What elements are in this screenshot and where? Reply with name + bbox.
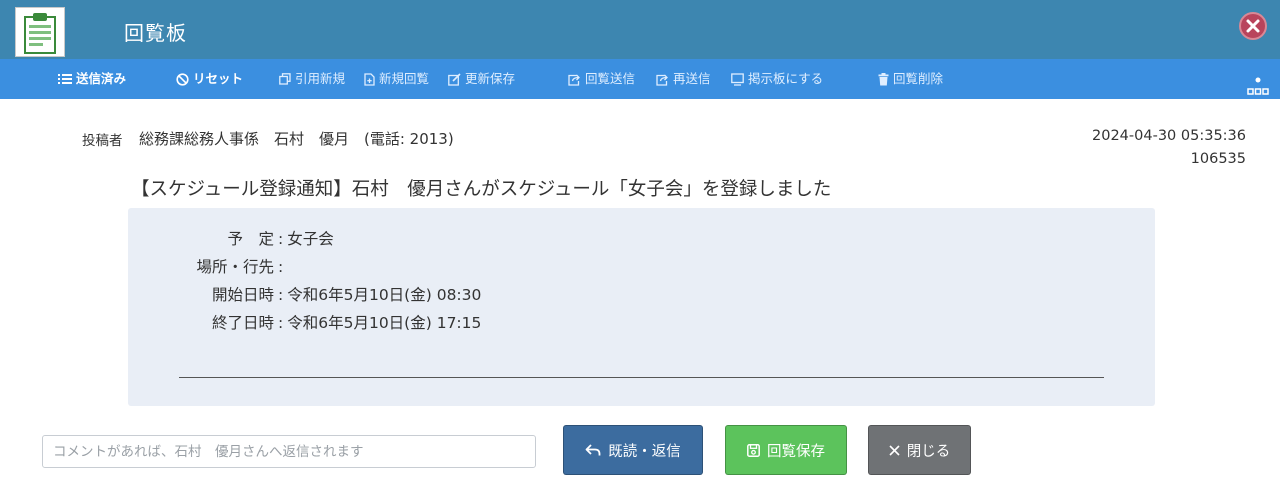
trash-icon — [878, 72, 889, 85]
divider — [179, 377, 1104, 378]
close-label: 閉じる — [906, 443, 951, 460]
toolbar-circular-send[interactable]: 回覧送信 — [568, 59, 635, 99]
sitemap-icon[interactable] — [1246, 76, 1270, 98]
toolbar-delete[interactable]: 回覧削除 — [878, 59, 943, 99]
toolbar-circular-send-label: 回覧送信 — [585, 71, 636, 86]
ban-icon — [176, 72, 189, 86]
author-info: 総務課総務人事係 石村 優月 (電話: 2013) — [139, 130, 454, 148]
body-value: 令和6年5月10日(金) 17:15 — [287, 314, 482, 332]
toolbar-sent-label: 送信済み — [76, 71, 127, 86]
window-close-button[interactable] — [1239, 12, 1267, 40]
body-label: 場所・行先 — [196, 258, 274, 276]
reply-icon — [585, 444, 601, 456]
message-body: 予 定: 女子会 場所・行先: 開始日時: 令和6年5月10日(金) 08:30 終… — [128, 208, 1155, 406]
toolbar-resend-label: 再送信 — [673, 71, 711, 86]
toolbar-reset[interactable]: リセット — [176, 59, 243, 99]
toolbar-new-circular[interactable]: 新規回覧 — [364, 59, 429, 99]
body-value: 令和6年5月10日(金) 08:30 — [287, 286, 482, 304]
toolbar-new-circular-label: 新規回覧 — [379, 71, 430, 86]
body-label: 予 定 — [227, 230, 274, 248]
body-label: 終了日時 — [211, 314, 274, 332]
message-subject: 【スケジュール登録通知】石村 優月さんがスケジュール「女子会」を登録しました — [131, 179, 832, 200]
clipboard-icon — [15, 7, 65, 57]
body-value: 女子会 — [287, 230, 334, 248]
list-icon — [58, 74, 72, 84]
board-icon — [731, 72, 744, 86]
circular-save-label: 回覧保存 — [767, 443, 825, 460]
toolbar-resend[interactable]: 再送信 — [656, 59, 711, 99]
close-button[interactable]: 閉じる — [868, 425, 971, 475]
title-bar: 回覧板 — [0, 0, 1280, 59]
new-doc-icon — [364, 72, 375, 86]
share-icon — [568, 74, 580, 86]
toolbar-delete-label: 回覧削除 — [893, 71, 944, 86]
edit-icon — [448, 72, 461, 86]
circular-save-button[interactable]: 回覧保存 — [725, 425, 847, 475]
toolbar-reset-label: リセット — [193, 71, 244, 86]
toolbar-make-board[interactable]: 掲示板にする — [731, 59, 823, 99]
body-row-start: 開始日時: 令和6年5月10日(金) 08:30 — [174, 283, 481, 305]
toolbar-quote-new[interactable]: 引用新規 — [279, 59, 345, 99]
toolbar-sent[interactable]: 送信済み — [58, 59, 126, 99]
toolbar-update-save[interactable]: 更新保存 — [448, 59, 515, 99]
toolbar-make-board-label: 掲示板にする — [748, 71, 824, 86]
toolbar-quote-new-label: 引用新規 — [295, 71, 346, 86]
toolbar-update-save-label: 更新保存 — [465, 71, 516, 86]
copy-icon — [279, 73, 291, 85]
read-reply-button[interactable]: 既読・返信 — [563, 425, 703, 475]
app-title: 回覧板 — [124, 21, 187, 45]
toolbar: 送信済み リセット 引用新規 新規回覧 更新保存 回覧送信 再送信 掲示板にする… — [0, 59, 1280, 99]
post-datetime: 2024-04-30 05:35:36 — [1092, 128, 1246, 144]
floppy-disk-icon — [747, 443, 760, 457]
read-reply-label: 既読・返信 — [608, 443, 681, 460]
close-icon — [1246, 19, 1260, 33]
body-row-schedule: 予 定: 女子会 — [174, 227, 334, 249]
body-label: 開始日時 — [211, 286, 274, 304]
x-icon — [889, 444, 900, 456]
body-row-location: 場所・行先: — [174, 255, 287, 277]
post-id: 106535 — [1190, 151, 1246, 167]
comment-input[interactable] — [42, 435, 536, 468]
body-row-end: 終了日時: 令和6年5月10日(金) 17:15 — [174, 311, 481, 333]
author-label: 投稿者 — [82, 133, 123, 149]
resend-icon — [656, 74, 668, 86]
